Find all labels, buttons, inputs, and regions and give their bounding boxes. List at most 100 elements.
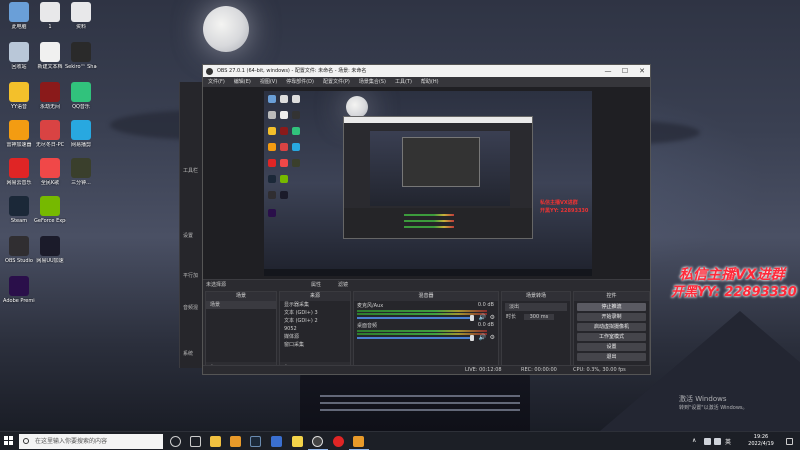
transition-select[interactable]: 淡出 (505, 303, 567, 311)
volume-slider[interactable] (357, 317, 472, 319)
clock[interactable]: 19:26 2022/4/19 (746, 434, 776, 448)
desktop-icon[interactable]: QQ音乐 (65, 82, 97, 110)
task-view-icon[interactable] (190, 436, 201, 447)
obs-taskbar-icon[interactable] (312, 436, 323, 447)
transitions-dock: 场景转场 淡出 时长 300 ms (501, 291, 571, 373)
source-item[interactable]: 文本 (GDI+) 2 (280, 317, 350, 325)
desktop-icon[interactable]: 此电脑 (3, 2, 35, 30)
source-item[interactable]: 9052 (280, 325, 350, 333)
cortana-icon[interactable] (170, 436, 181, 447)
tray-expand-icon[interactable]: ∧ (692, 437, 696, 444)
taskbar-app-icon[interactable] (230, 436, 241, 447)
desktop-icon-label: 1 (48, 24, 52, 30)
video-editor-icon (71, 120, 91, 140)
menu-profile[interactable]: 配置文件(P) (323, 77, 350, 87)
ime-indicator[interactable]: 英 (725, 437, 731, 446)
network-icon[interactable] (704, 438, 711, 445)
desktop-icon[interactable]: OBS Studio (3, 236, 35, 264)
start-button[interactable] (4, 436, 14, 446)
netease-music-icon[interactable] (333, 436, 344, 447)
steam-icon[interactable] (250, 436, 261, 447)
exit-button[interactable]: 退出 (577, 353, 646, 361)
obs-titlebar[interactable]: OBS 27.0.1 (64-bit, windows) - 配置文件: 未命名… (203, 65, 650, 77)
activate-windows-title: 激活 Windows (679, 395, 727, 403)
desktop-icon[interactable]: 网易UU加速 (34, 236, 66, 264)
source-item[interactable]: 媒体源 (280, 333, 350, 341)
volume-icon[interactable] (714, 438, 721, 445)
volume-slider-handle[interactable] (470, 335, 474, 341)
menu-view[interactable]: 视图(V) (260, 77, 277, 87)
speaker-icon[interactable]: 🔊 (479, 314, 486, 321)
recycle-bin-icon (9, 42, 29, 62)
gear-icon[interactable]: ⚙ (490, 334, 495, 341)
channel-name: 桌面音频 (357, 323, 378, 329)
desktop-icon-label: 资料 (75, 24, 86, 30)
start-virtual-camera-button[interactable]: 启动虚拟摄像机 (577, 323, 646, 331)
file-explorer-icon[interactable] (210, 436, 221, 447)
scenes-header: 场景 (206, 292, 276, 301)
desktop-wallpaper: 此电脑 1 资料回收站 新建文本档Sekiro™ Shadows... YY语音 永劫无间… (0, 0, 800, 431)
menu-file[interactable]: 文件(F) (208, 77, 225, 87)
desktop-icon[interactable]: 网易云音乐 (3, 158, 35, 186)
properties-button[interactable]: 属性 (311, 280, 321, 290)
menu-edit[interactable]: 编辑(E) (234, 77, 251, 87)
channel-db: 0.0 dB (477, 322, 494, 328)
filters-button[interactable]: 滤镜 (338, 280, 348, 290)
back-item: 系统 (183, 351, 194, 357)
star-app-icon[interactable] (292, 436, 303, 447)
duration-input[interactable]: 300 ms (523, 314, 555, 320)
desktop-icon[interactable]: 新建文本档 (34, 42, 66, 70)
window-title: OBS 27.0.1 (64-bit, windows) - 配置文件: 未命名… (217, 68, 367, 74)
desktop-icon-label: Steam (10, 218, 28, 224)
source-item[interactable]: 窗口采集 (280, 341, 350, 349)
desktop-icon[interactable]: GeForce Experience (34, 196, 66, 224)
source-item[interactable]: 显示器采集 (280, 301, 350, 309)
desktop-icon[interactable]: 1 (34, 2, 66, 30)
transitions-header: 场景转场 (502, 292, 570, 301)
mixer-channel: 桌面音频 0.0 dB 🔊 ⚙ (354, 321, 498, 341)
menu-help[interactable]: 帮助(H) (421, 77, 439, 87)
speaker-icon[interactable]: 🔊 (479, 334, 486, 341)
game-icon (40, 120, 60, 140)
desktop-icon[interactable]: Sekiro™ Shadows... (65, 42, 97, 70)
settings-button[interactable]: 设置 (577, 343, 646, 351)
taskbar-app-icon[interactable] (271, 436, 282, 447)
desktop-icon[interactable]: Adobe Premie... (3, 276, 35, 304)
desktop-icon-label: Adobe Premie... (3, 298, 35, 304)
obs-window[interactable]: OBS 27.0.1 (64-bit, windows) - 配置文件: 未命名… (202, 64, 651, 375)
desktop-icon[interactable]: YY语音 (3, 82, 35, 110)
desktop-icon[interactable]: 全民K歌 (34, 158, 66, 186)
nested-obs-window (343, 116, 533, 239)
start-recording-button[interactable]: 开始录制 (577, 313, 646, 321)
desktop-icon[interactable]: 三分钟... (65, 158, 97, 186)
stop-streaming-button[interactable]: 停止推流 (577, 303, 646, 311)
preview-canvas[interactable]: 私信主播VX进群 开黑YY: 22893330 (264, 91, 592, 276)
desktop-icon[interactable]: 网易播剪 (65, 120, 97, 148)
desktop-icon[interactable]: 永劫无间 (34, 82, 66, 110)
notification-icon[interactable] (786, 438, 793, 445)
close-button[interactable]: ✕ (634, 65, 650, 77)
yy-icon (9, 82, 29, 102)
volume-slider[interactable] (357, 337, 472, 339)
desktop-icon[interactable]: Steam (3, 196, 35, 224)
menu-scene-collection[interactable]: 场景集合(S) (359, 77, 386, 87)
preview-watermark-line2: 开黑YY: 22893330 (540, 208, 589, 214)
preview-moon (346, 96, 368, 118)
menu-bar: 文件(F) 编辑(E) 视图(V) 停靠部件(D) 配置文件(P) 场景集合(S… (203, 77, 650, 87)
taskbar-search-box[interactable]: 在这里输入你要搜索的内容 (19, 434, 163, 449)
minimize-button[interactable]: — (600, 65, 616, 77)
studio-mode-button[interactable]: 工作室模式 (577, 333, 646, 341)
obs-icon (206, 68, 213, 75)
menu-docks[interactable]: 停靠部件(D) (286, 77, 314, 87)
desktop-icon[interactable]: 雷神加速器 (3, 120, 35, 148)
desktop-icon[interactable]: 资料 (65, 2, 97, 30)
menu-tools[interactable]: 工具(T) (395, 77, 412, 87)
desktop-icon[interactable]: 回收站 (3, 42, 35, 70)
karaoke-icon (40, 158, 60, 178)
scene-item[interactable]: 场景 (206, 301, 276, 309)
maximize-button[interactable]: ☐ (617, 65, 633, 77)
taskbar-app-icon[interactable] (353, 436, 364, 447)
desktop-icon[interactable]: 无尽冬日-PC (34, 120, 66, 148)
gear-icon[interactable]: ⚙ (490, 314, 495, 321)
source-item[interactable]: 文本 (GDI+) 3 (280, 309, 350, 317)
